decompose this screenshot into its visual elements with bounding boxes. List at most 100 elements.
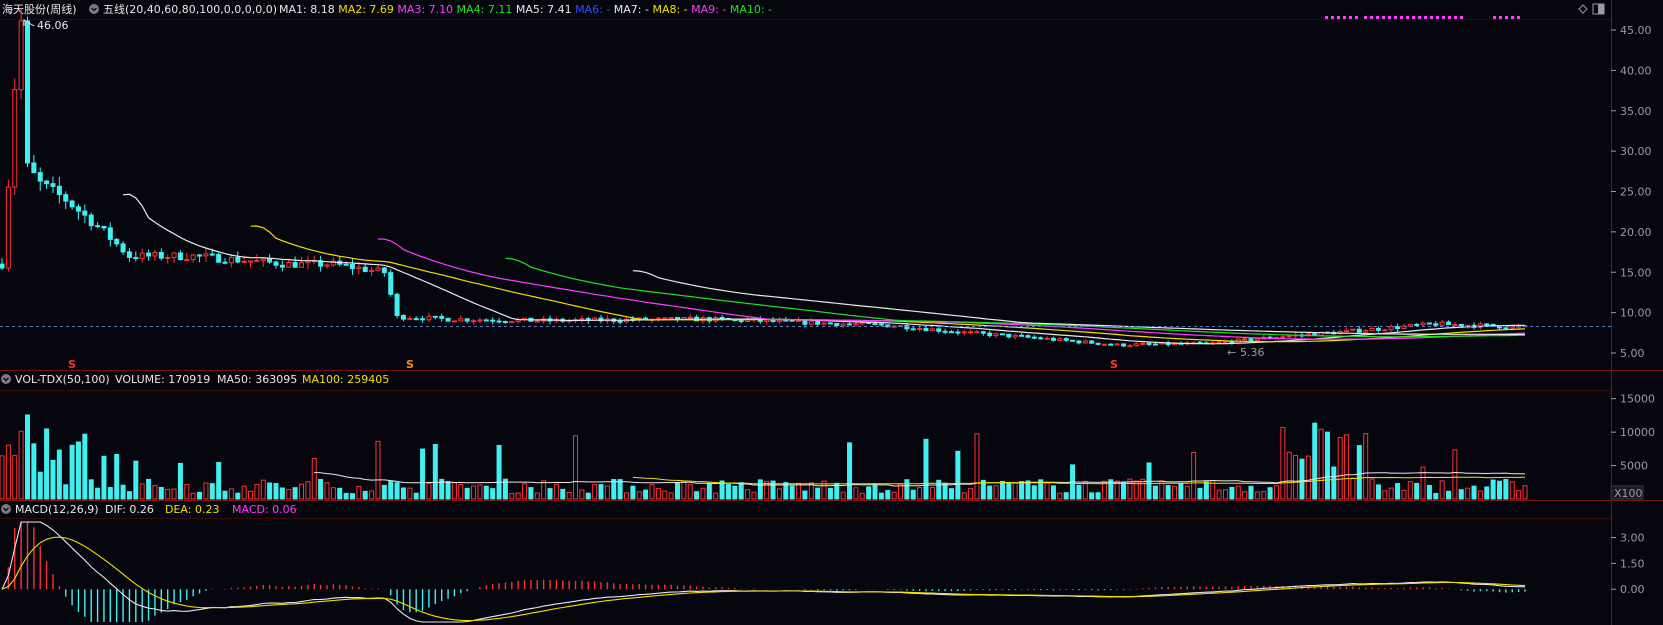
volume-bar (1312, 422, 1318, 500)
volume-bar (260, 479, 266, 500)
candle-body (356, 266, 362, 270)
volume-bar (248, 490, 254, 500)
volume-bar (1044, 482, 1050, 500)
volume-bar (1216, 489, 1222, 500)
price-tick-label: 20.00 (1620, 226, 1652, 239)
volume-bar (1076, 484, 1082, 500)
ma-legend-item: MA5: 7.41 (512, 3, 571, 16)
volume-bar (534, 492, 540, 500)
ma-legend-item: MA10: - (726, 3, 772, 16)
dropdown-icon[interactable] (89, 4, 99, 14)
price-tick-label: 10.00 (1620, 307, 1652, 320)
candle-body (1121, 343, 1127, 347)
volume-dropdown-icon[interactable] (1, 374, 11, 384)
candle-body (349, 263, 355, 270)
volume-bar (1261, 491, 1267, 500)
volume-bar (948, 488, 954, 500)
volume-bar (426, 483, 432, 500)
signal-dot (1364, 16, 1367, 19)
candle-body (496, 320, 502, 323)
candle-body (1382, 329, 1388, 332)
volume-bar (668, 492, 674, 500)
candle-body (197, 254, 203, 257)
volume-bar (432, 444, 438, 500)
candle-body (1057, 338, 1063, 341)
volume-bar (407, 487, 413, 500)
candle-body (292, 262, 298, 268)
s-marker: S (1110, 358, 1118, 371)
volume-bar (1497, 480, 1503, 500)
indicator-label[interactable]: 五线(20,40,60,80,100,0,0,0,0,0) (103, 2, 277, 16)
candle-body (451, 320, 457, 323)
macd-dif: DIF: 0.26 (105, 503, 154, 516)
candle-body (464, 318, 470, 322)
candle-body (1375, 328, 1381, 331)
volume-bar (560, 488, 566, 500)
candle-body (75, 206, 81, 212)
candle-body (980, 331, 986, 334)
candle-body (222, 261, 228, 264)
volume-bar (566, 491, 572, 500)
candle-body (1006, 333, 1012, 338)
candle-body (1222, 341, 1228, 344)
volume-bar (1140, 478, 1146, 500)
volume-bar (1248, 485, 1254, 500)
volume-bar (1280, 427, 1286, 500)
signal-dot (1349, 16, 1352, 19)
macd-title[interactable]: MACD(12,26,9) (15, 503, 99, 516)
candle-body (190, 254, 196, 261)
candle-body (579, 318, 585, 321)
candle-body (1458, 323, 1464, 327)
volume-bar (324, 482, 330, 500)
volume-bar (1095, 492, 1101, 500)
price-tick-label: 15.00 (1620, 266, 1652, 279)
candle-body (413, 318, 419, 321)
candle-body (343, 263, 349, 266)
candle-body (1242, 338, 1248, 341)
candle-body (1254, 338, 1260, 341)
candle-body (299, 262, 305, 268)
volume-bar (1318, 428, 1324, 500)
candle-body (929, 328, 935, 332)
candle-body (1433, 323, 1439, 326)
volume-bar (674, 482, 680, 500)
volume-bar (1420, 466, 1426, 500)
volume-bar (515, 492, 521, 500)
candle-body (1305, 333, 1311, 336)
volume-bar (165, 488, 171, 500)
price-tick-label: 25.00 (1620, 186, 1652, 199)
low-arrow-icon: ← (1227, 346, 1236, 359)
volume-bar (987, 485, 993, 500)
volume-bar (573, 435, 579, 500)
volume-bar (751, 491, 757, 500)
volume-bar (203, 482, 209, 500)
volume-bar (12, 455, 18, 500)
signal-dot (1406, 16, 1409, 19)
ma-legend-item: MA4: 7.11 (453, 3, 512, 16)
price-tick-label: 5.00 (1620, 347, 1645, 360)
volume-bar (420, 448, 426, 500)
stock-name[interactable]: 海天股份(周线) (2, 2, 77, 16)
candle-body (1280, 336, 1286, 339)
volume-bar (152, 484, 158, 500)
signal-dot (1448, 16, 1451, 19)
volume-ma50: MA50: 363095 (217, 373, 297, 386)
volume-title[interactable]: VOL-TDX(50,100) (15, 373, 110, 386)
volume-bar (617, 479, 623, 500)
candle-body (796, 319, 802, 322)
candle-body (126, 251, 132, 258)
volume-bar (362, 490, 368, 500)
candle-body (917, 328, 923, 331)
window-toggle-icon-fill (1598, 4, 1604, 14)
volume-bar (796, 482, 802, 500)
candle-body (279, 264, 285, 268)
volume-bar (1121, 482, 1127, 500)
candle-body (69, 200, 75, 208)
candle-body (139, 252, 145, 259)
volume-bar (318, 479, 324, 500)
candle-body (821, 322, 827, 325)
macd-tick-label: 0.00 (1620, 583, 1645, 596)
volume-bar (592, 483, 598, 500)
candle-body (1095, 342, 1101, 345)
macd-dropdown-icon[interactable] (1, 504, 11, 514)
